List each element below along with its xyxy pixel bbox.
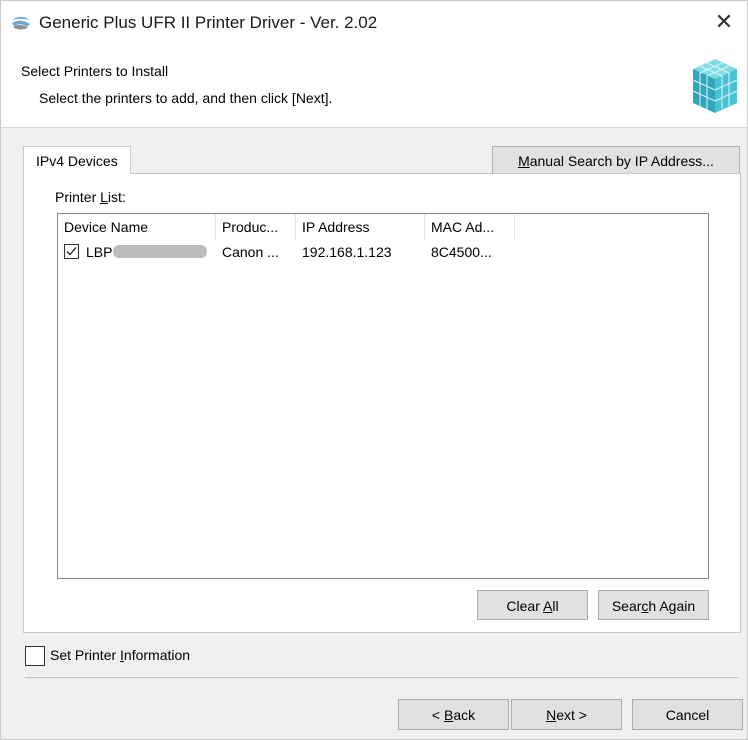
- title-bar: Generic Plus UFR II Printer Driver - Ver…: [1, 1, 747, 45]
- clear-all-button[interactable]: Clear All: [477, 590, 588, 620]
- checkmark-icon: [66, 247, 77, 256]
- row-checkbox[interactable]: [64, 244, 79, 259]
- printer-driver-icon: [10, 14, 32, 32]
- window-title: Generic Plus UFR II Printer Driver - Ver…: [39, 13, 378, 32]
- column-header-ip-address[interactable]: IP Address: [296, 214, 425, 240]
- next-button[interactable]: Next >: [511, 699, 622, 730]
- mac-address-cell: 8C4500...: [431, 244, 492, 260]
- installer-window: Generic Plus UFR II Printer Driver - Ver…: [0, 0, 748, 740]
- tab-label: IPv4 Devices: [36, 153, 118, 169]
- ip-address-cell: 192.168.1.123: [302, 244, 392, 260]
- column-header-device-name[interactable]: Device Name: [58, 214, 216, 240]
- divider: [25, 677, 739, 678]
- search-again-button[interactable]: Search Again: [598, 590, 709, 620]
- back-button[interactable]: < Back: [398, 699, 509, 730]
- printer-list[interactable]: Device Name Produc... IP Address MAC Ad.…: [57, 213, 709, 579]
- header-title: Select Printers to Install: [21, 63, 169, 79]
- header-subtitle: Select the printers to add, and then cli…: [39, 90, 333, 106]
- set-printer-information-checkbox[interactable]: [25, 646, 45, 666]
- set-printer-information-label[interactable]: Set Printer Information: [50, 647, 190, 663]
- close-icon[interactable]: ✕: [701, 1, 747, 45]
- printer-list-label: Printer List:: [55, 189, 126, 205]
- product-cell: Canon ...: [222, 244, 279, 260]
- wizard-header: Select Printers to Install Select the pr…: [1, 45, 747, 128]
- tab-ipv4-devices[interactable]: IPv4 Devices: [23, 146, 131, 174]
- redaction-mark: [113, 245, 207, 258]
- column-header-product[interactable]: Produc...: [216, 214, 296, 240]
- cancel-button[interactable]: Cancel: [632, 699, 743, 730]
- manual-search-button[interactable]: Manual Search by IP Address...: [492, 146, 740, 175]
- printer-cube-logo-icon: [689, 53, 741, 117]
- column-header-mac-address[interactable]: MAC Ad...: [425, 214, 515, 240]
